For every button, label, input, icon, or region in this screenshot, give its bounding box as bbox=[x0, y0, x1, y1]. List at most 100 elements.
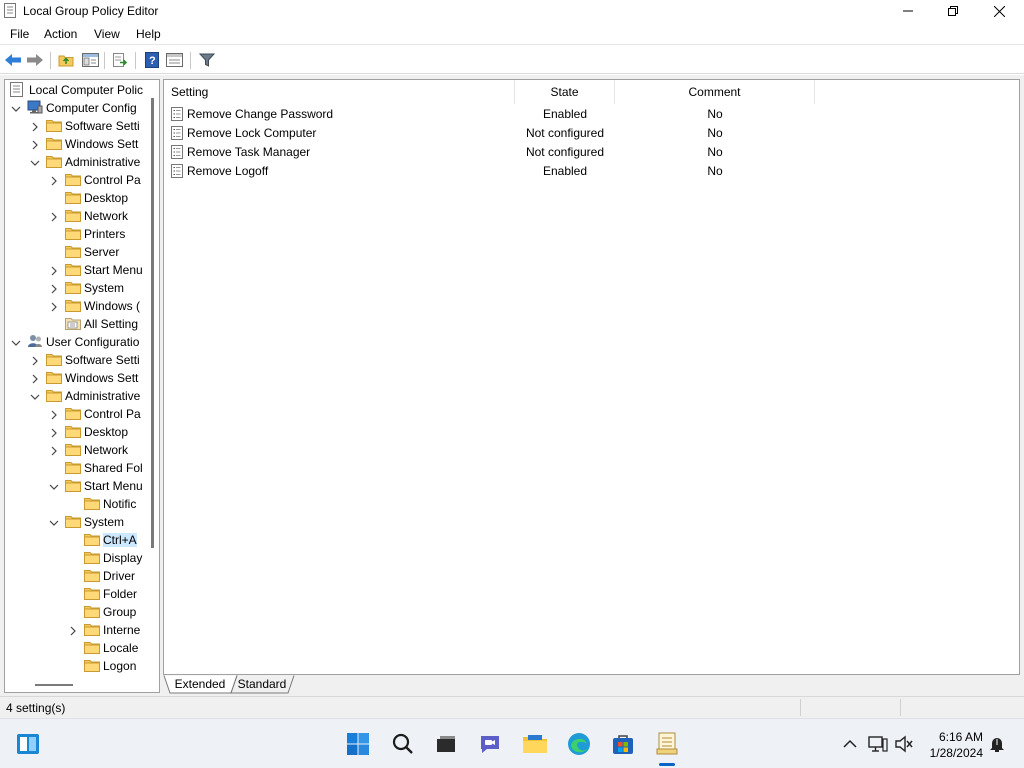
tree-horizontal-scrollbar[interactable] bbox=[35, 684, 73, 686]
column-header-setting[interactable]: Setting bbox=[164, 80, 515, 104]
start-button[interactable] bbox=[345, 731, 371, 757]
tree-windows-components[interactable]: Windows ( bbox=[5, 297, 147, 315]
tree-root[interactable]: Local Computer Polic bbox=[5, 81, 147, 99]
tree-user-software-settings[interactable]: Software Setti bbox=[5, 351, 147, 369]
properties-button[interactable] bbox=[164, 50, 184, 70]
edge-button[interactable] bbox=[566, 731, 592, 757]
expand-chevron-icon[interactable] bbox=[30, 373, 40, 384]
up-one-level-button[interactable] bbox=[56, 50, 76, 70]
expand-chevron-icon[interactable] bbox=[49, 211, 59, 222]
tree-user-display[interactable]: Display bbox=[5, 549, 147, 567]
collapse-chevron-icon[interactable] bbox=[49, 481, 59, 491]
back-button[interactable] bbox=[3, 50, 23, 70]
view-tabs: Extended Standard bbox=[163, 675, 1020, 694]
tree-node-label: Printers bbox=[84, 227, 126, 241]
collapse-chevron-icon[interactable] bbox=[11, 103, 21, 113]
tree-start-menu[interactable]: Start Menu bbox=[5, 261, 147, 279]
expand-chevron-icon[interactable] bbox=[49, 445, 59, 456]
group-policy-editor-taskbar-button[interactable] bbox=[654, 731, 680, 757]
tree-printers[interactable]: Printers bbox=[5, 225, 147, 243]
tree-user-desktop[interactable]: Desktop bbox=[5, 423, 147, 441]
expand-chevron-icon[interactable] bbox=[49, 427, 59, 438]
tree-user-internet[interactable]: Interne bbox=[5, 621, 147, 639]
tab-extended[interactable]: Extended bbox=[169, 675, 231, 693]
chat-button[interactable] bbox=[477, 731, 503, 757]
tree-user-control-panel[interactable]: Control Pa bbox=[5, 405, 147, 423]
volume-tray-button[interactable] bbox=[892, 731, 916, 757]
tree-all-settings[interactable]: All Setting bbox=[5, 315, 147, 333]
tree-user-group[interactable]: Group bbox=[5, 603, 147, 621]
menu-help[interactable]: Help bbox=[136, 27, 161, 41]
setting-row[interactable]: Remove Change Password Enabled No bbox=[164, 105, 1019, 124]
clock-time[interactable]: 6:16 AM bbox=[925, 730, 983, 744]
column-header-state[interactable]: State bbox=[515, 80, 615, 104]
expand-chevron-icon[interactable] bbox=[49, 301, 59, 312]
expand-chevron-icon[interactable] bbox=[30, 121, 40, 132]
tree-user-driver[interactable]: Driver bbox=[5, 567, 147, 585]
show-hidden-icons-button[interactable] bbox=[838, 731, 862, 757]
task-view-button[interactable] bbox=[433, 731, 459, 757]
minimize-button[interactable] bbox=[885, 0, 931, 22]
console-tree[interactable]: Local Computer Polic Computer Config Softw… bbox=[4, 79, 160, 693]
collapse-chevron-icon[interactable] bbox=[11, 337, 21, 347]
expand-chevron-icon[interactable] bbox=[49, 283, 59, 294]
filter-options-button[interactable] bbox=[197, 50, 217, 70]
widgets-icon bbox=[17, 734, 39, 754]
tree-user-logon[interactable]: Logon bbox=[5, 657, 147, 675]
export-list-button[interactable] bbox=[110, 50, 130, 70]
expand-chevron-icon[interactable] bbox=[30, 139, 40, 150]
tree-network[interactable]: Network bbox=[5, 207, 147, 225]
expand-chevron-icon[interactable] bbox=[49, 409, 59, 420]
menu-view[interactable]: View bbox=[94, 27, 120, 41]
menu-action[interactable]: Action bbox=[44, 27, 77, 41]
setting-row[interactable]: Remove Logoff Enabled No bbox=[164, 162, 1019, 181]
expand-chevron-icon[interactable] bbox=[30, 355, 40, 366]
collapse-chevron-icon[interactable] bbox=[30, 391, 40, 401]
tree-vertical-scrollbar[interactable] bbox=[151, 98, 154, 548]
tab-standard[interactable]: Standard bbox=[233, 675, 291, 693]
collapse-chevron-icon[interactable] bbox=[30, 157, 40, 167]
expand-chevron-icon[interactable] bbox=[49, 265, 59, 276]
expand-chevron-icon[interactable] bbox=[49, 175, 59, 186]
widgets-button[interactable] bbox=[15, 731, 41, 757]
tree-windows-settings[interactable]: Windows Sett bbox=[5, 135, 147, 153]
tree-system[interactable]: System bbox=[5, 279, 147, 297]
search-button[interactable] bbox=[390, 731, 416, 757]
notifications-button[interactable] bbox=[985, 731, 1009, 757]
setting-row[interactable]: Remove Lock Computer Not configured No bbox=[164, 124, 1019, 143]
tree-user-network[interactable]: Network bbox=[5, 441, 147, 459]
setting-row[interactable]: Remove Task Manager Not configured No bbox=[164, 143, 1019, 162]
tree-user-shared-folders[interactable]: Shared Fol bbox=[5, 459, 147, 477]
forward-button[interactable] bbox=[25, 50, 45, 70]
tree-user-system[interactable]: System bbox=[5, 513, 147, 531]
close-button[interactable] bbox=[976, 0, 1022, 22]
network-tray-button[interactable] bbox=[866, 731, 890, 757]
tree-computer-configuration[interactable]: Computer Config bbox=[5, 99, 147, 117]
tree-server[interactable]: Server bbox=[5, 243, 147, 261]
tree-user-administrative-templates[interactable]: Administrative bbox=[5, 387, 147, 405]
setting-state: Enabled bbox=[542, 164, 588, 178]
collapse-chevron-icon[interactable] bbox=[49, 517, 59, 527]
show-hide-console-tree-button[interactable] bbox=[80, 50, 100, 70]
tree-user-windows-settings[interactable]: Windows Sett bbox=[5, 369, 147, 387]
expand-chevron-icon[interactable] bbox=[68, 625, 78, 636]
column-header-comment[interactable]: Comment bbox=[615, 80, 815, 104]
folder-icon bbox=[84, 568, 100, 582]
tree-control-panel[interactable]: Control Pa bbox=[5, 171, 147, 189]
tree-user-configuration[interactable]: User Configuratio bbox=[5, 333, 147, 351]
help-book-icon: ? bbox=[145, 52, 159, 68]
tree-user-locale[interactable]: Locale bbox=[5, 639, 147, 657]
tree-user-notifications[interactable]: Notific bbox=[5, 495, 147, 513]
tree-user-folder[interactable]: Folder bbox=[5, 585, 147, 603]
tree-user-ctrl-alt-del[interactable]: Ctrl+A bbox=[5, 531, 147, 549]
microsoft-store-button[interactable] bbox=[610, 731, 636, 757]
tree-administrative-templates[interactable]: Administrative bbox=[5, 153, 147, 171]
clock-date[interactable]: 1/28/2024 bbox=[925, 746, 983, 760]
help-button[interactable]: ? bbox=[142, 50, 162, 70]
tree-desktop[interactable]: Desktop bbox=[5, 189, 147, 207]
maximize-button[interactable] bbox=[930, 0, 976, 22]
menu-file[interactable]: File bbox=[10, 27, 29, 41]
tree-software-settings[interactable]: Software Setti bbox=[5, 117, 147, 135]
tree-user-start-menu[interactable]: Start Menu bbox=[5, 477, 147, 495]
file-explorer-button[interactable] bbox=[522, 731, 548, 757]
